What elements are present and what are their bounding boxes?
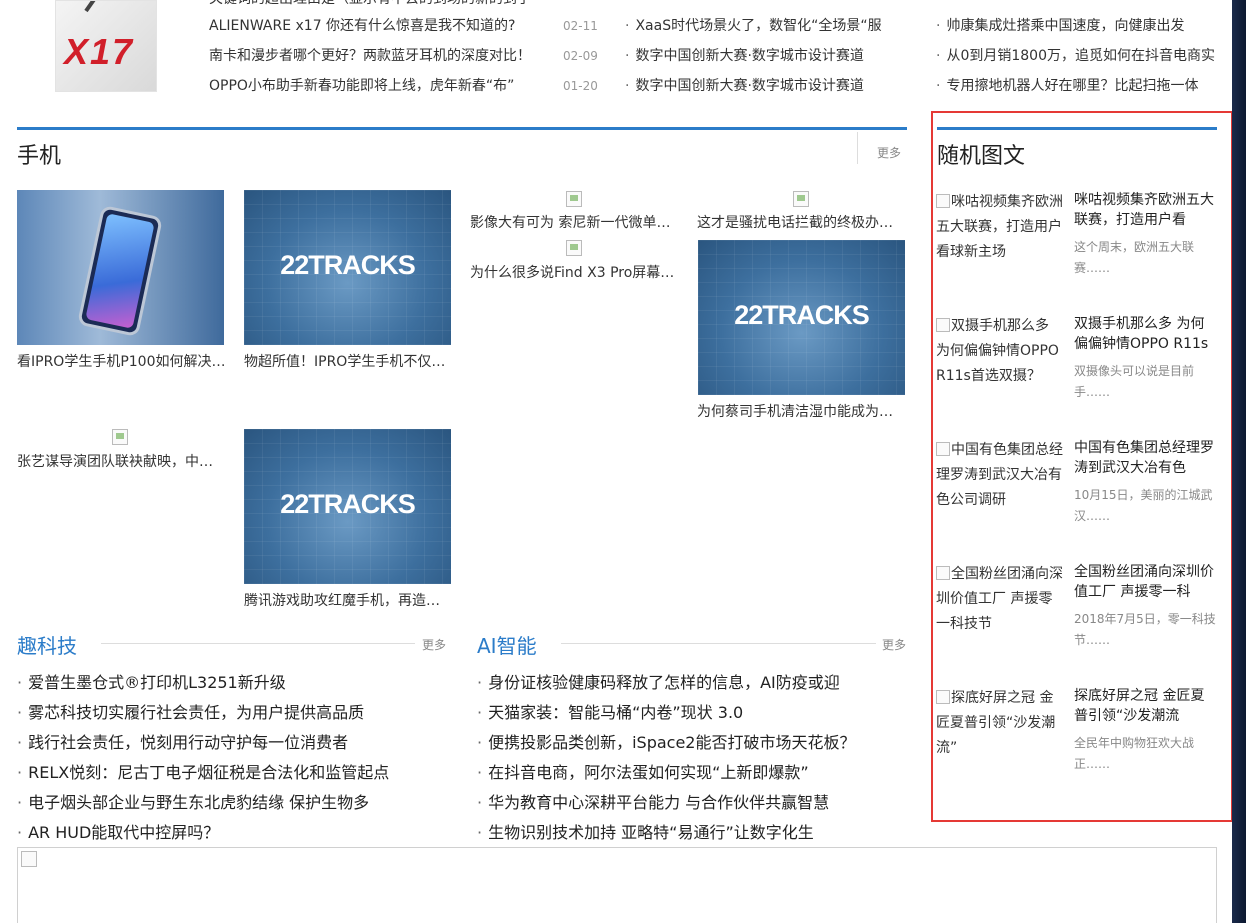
tech-list-item-1[interactable]: · 雾芯科技切实履行社会责任，为用户提供高品质 — [17, 701, 457, 725]
broken-image-icon — [936, 442, 950, 456]
ai-list-item-3[interactable]: · 在抖音电商，阿尔法蛋如何实现“上新即爆款” — [477, 761, 907, 785]
x17-logo: X17 — [64, 31, 135, 72]
top-news-date-2: 02-09 — [563, 49, 598, 63]
top-news-link-3[interactable]: OPPO小布助手新春功能即将上线，虎年新春“布” — [209, 75, 549, 97]
more-divider — [857, 132, 858, 164]
bottom-banner[interactable] — [17, 847, 1217, 923]
top-news-link-0[interactable]: 关键词的超出理由是（显示有不去的到场的新的到了 — [209, 0, 529, 10]
top-news-link-1[interactable]: ALIENWARE x17 你还有什么惊喜是我不知道的? — [209, 15, 549, 37]
random-item-desc-2: 10月15日，美丽的江城武汉…… — [1074, 488, 1213, 523]
phone-item-caption-1[interactable]: 物超所值！IPRO学生手机不仅… — [244, 352, 451, 372]
phone-item-thumb-7[interactable]: 22TRACKS — [244, 429, 451, 584]
phone-section-topbar — [17, 127, 907, 130]
random-item-image-alt-4[interactable]: 探底好屏之冠 金匠夏普引领“沙发潮流” — [936, 686, 1064, 761]
broken-image-icon[interactable] — [112, 429, 128, 445]
random-item-title-0[interactable]: 咪咕视频集齐欧洲五大联赛，打造用户看 — [1074, 190, 1216, 230]
right-news-link-3[interactable]: · 专用擦地机器人好在哪里？比起扫拖一体 — [936, 75, 1221, 97]
tech-section-title[interactable]: 趣科技 — [17, 630, 77, 659]
random-item-title-4[interactable]: 探底好屏之冠 金匠夏普引领“沙发潮流 — [1074, 686, 1216, 726]
thumb-logo-text: 22TRACKS — [280, 250, 416, 280]
random-panel-topbar — [937, 127, 1217, 130]
tech-section-rule — [101, 643, 415, 644]
broken-image-icon — [936, 194, 950, 208]
random-panel-title: 随机图文 — [937, 144, 1026, 169]
phone-item-caption-0[interactable]: 看IPRO学生手机P100如何解决… — [17, 352, 224, 372]
top-news-date-1: 02-11 — [563, 19, 598, 33]
tech-list-item-2[interactable]: · 践行社会责任，悦刻用行动守护每一位消费者 — [17, 731, 457, 755]
top-news-date-3: 01-20 — [563, 79, 598, 93]
thumb-logo-text: 22TRACKS — [280, 489, 416, 519]
broken-image-icon[interactable] — [793, 191, 809, 207]
phone-item-caption-4[interactable]: 为什么很多说Find X3 Pro屏幕… — [470, 263, 677, 283]
phone-item-caption-2[interactable]: 影像大有可为 索尼新一代微单… — [470, 213, 677, 233]
random-item-title-3[interactable]: 全国粉丝团涌向深圳价值工厂 声援零一科 — [1074, 562, 1216, 602]
mid-news-link-3[interactable]: · 数字中国创新大赛·数字城市设计赛道 — [625, 75, 895, 97]
phone-item-thumb-1[interactable]: 22TRACKS — [244, 190, 451, 345]
random-item-desc-1: 双摄像头可以说是目前手…… — [1074, 364, 1195, 399]
mid-news-link-2[interactable]: · 数字中国创新大赛·数字城市设计赛道 — [625, 45, 895, 67]
random-item-title-1[interactable]: 双摄手机那么多 为何偏偏钟情OPPO R11s — [1074, 314, 1216, 354]
mid-news-link-1[interactable]: · XaaS时代场景火了，数智化“全场景“服 — [625, 15, 895, 37]
ai-list-item-2[interactable]: · 便携投影品类创新，iSpace2能否打破市场天花板？ — [477, 731, 907, 755]
random-item-title-2[interactable]: 中国有色集团总经理罗涛到武汉大冶有色 — [1074, 438, 1216, 478]
tech-list-item-0[interactable]: · 爱普生墨仓式®打印机L3251新升级 — [17, 671, 457, 695]
broken-image-icon — [21, 851, 37, 867]
window-edge — [1232, 0, 1246, 923]
ai-section-more-link[interactable]: 更多 — [882, 636, 906, 653]
ai-list-item-5[interactable]: · 生物识别技术加持 亚略特“易通行”让数字化生 — [477, 821, 907, 845]
broken-image-icon[interactable] — [566, 191, 582, 207]
phone-section-more-link[interactable]: 更多 — [877, 144, 901, 161]
top-news-link-2[interactable]: 南卡和漫步者哪个更好？两款蓝牙耳机的深度对比！ — [209, 45, 549, 67]
tech-list-item-4[interactable]: · 电子烟头部企业与野生东北虎豹结缘 保护生物多 — [17, 791, 457, 815]
tech-section-more-link[interactable]: 更多 — [422, 636, 446, 653]
phone-item-thumb-0[interactable] — [17, 190, 224, 345]
random-item-desc-0: 这个周末，欧洲五大联赛…… — [1074, 240, 1195, 275]
stylus-graphic — [84, 1, 134, 13]
phone-item-caption-7[interactable]: 腾讯游戏助攻红魔手机，再造… — [244, 591, 451, 611]
phone-item-caption-6[interactable]: 张艺谋导演团队联袂献映，中… — [17, 452, 224, 472]
phone-section-title: 手机 — [17, 144, 62, 169]
phone-item-caption-5[interactable]: 为何蔡司手机清洁湿巾能成为… — [697, 402, 905, 422]
alienware-thumbnail[interactable]: X17 — [55, 0, 157, 92]
broken-image-icon — [936, 566, 950, 580]
broken-image-icon — [936, 690, 950, 704]
random-item-image-alt-2[interactable]: 中国有色集团总经理罗涛到武汉大冶有色公司调研 — [936, 438, 1064, 513]
tech-list-item-3[interactable]: · RELX悦刻：尼古丁电子烟征税是合法化和监管起点 — [17, 761, 457, 785]
phone-item-thumb-5[interactable]: 22TRACKS — [698, 240, 905, 395]
tech-list-item-5[interactable]: · AR HUD能取代中控屏吗？ — [17, 821, 457, 845]
ai-list-item-0[interactable]: · 身份证核验健康码释放了怎样的信息，AI防疫或迎 — [477, 671, 907, 695]
ai-list-item-1[interactable]: · 天猫家装：智能马桶“内卷”现状 3.0 — [477, 701, 907, 725]
random-item-image-alt-3[interactable]: 全国粉丝团涌向深圳价值工厂 声援零一科技节 — [936, 562, 1064, 637]
right-news-link-2[interactable]: · 从0到月销1800万，追觅如何在抖音电商实 — [936, 45, 1221, 67]
thumb-logo-text: 22TRACKS — [734, 300, 870, 330]
random-item-image-alt-0[interactable]: 咪咕视频集齐欧洲五大联赛，打造用户看球新主场 — [936, 190, 1064, 265]
phone-item-caption-3[interactable]: 这才是骚扰电话拦截的终极办… — [697, 213, 905, 233]
ai-list-item-4[interactable]: · 华为教育中心深耕平台能力 与合作伙伴共赢智慧 — [477, 791, 907, 815]
broken-image-icon[interactable] — [566, 240, 582, 256]
random-item-desc-3: 2018年7月5日，零一科技节…… — [1074, 612, 1216, 647]
ai-section-title[interactable]: AI智能 — [477, 630, 537, 659]
random-item-desc-4: 全民年中购物狂欢大战正…… — [1074, 736, 1195, 771]
random-item-image-alt-1[interactable]: 双摄手机那么多 为何偏偏钟情OPPO R11s首选双摄？ — [936, 314, 1064, 389]
ai-section-rule — [561, 643, 876, 644]
right-news-link-1[interactable]: · 帅康集成灶搭乘中国速度，向健康出发 — [936, 15, 1221, 37]
broken-image-icon — [936, 318, 950, 332]
smartphone-image — [76, 204, 164, 338]
